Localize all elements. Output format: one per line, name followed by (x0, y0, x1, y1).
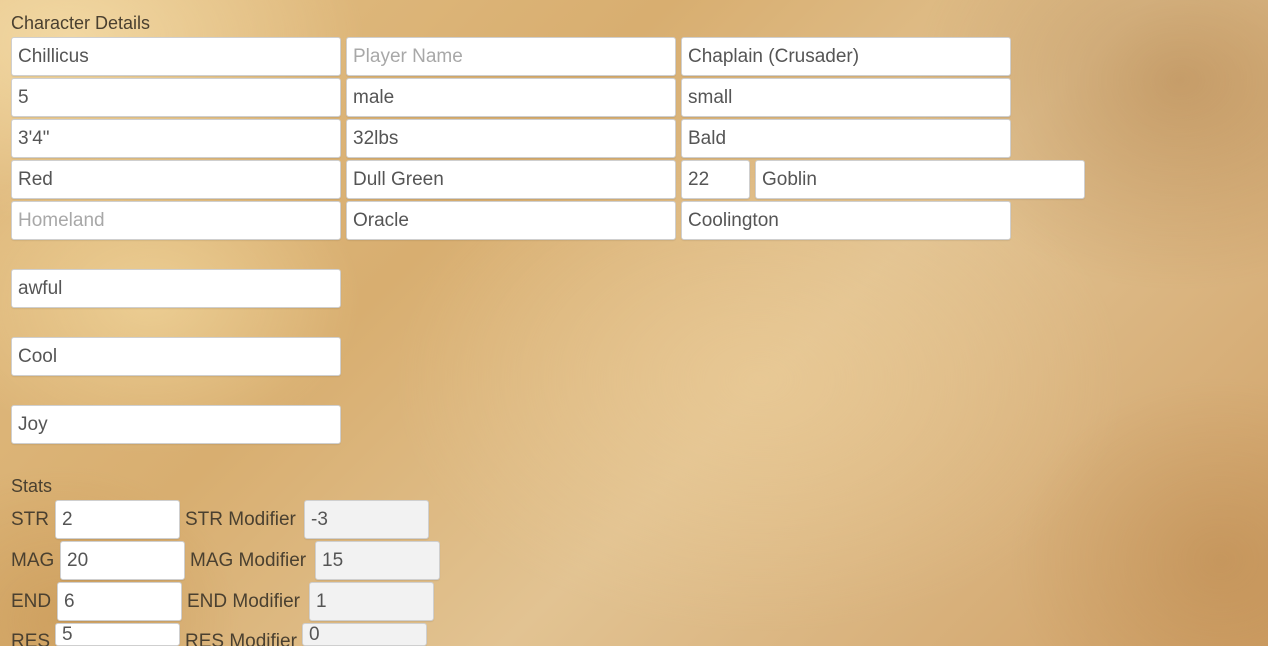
hair-field[interactable] (681, 119, 1011, 158)
end-modifier-label: END Modifier (187, 591, 300, 612)
level-field[interactable] (11, 78, 341, 117)
character-name-field[interactable] (11, 37, 341, 76)
res-value-field[interactable] (55, 623, 180, 646)
mag-value-field[interactable] (60, 541, 185, 580)
homeland-field[interactable] (11, 201, 341, 240)
weight-field[interactable] (346, 119, 676, 158)
str-value-field[interactable] (55, 500, 180, 539)
character-details-heading: Character Details (11, 13, 151, 33)
eyes-field[interactable] (11, 160, 341, 199)
end-label: END (11, 591, 52, 612)
str-modifier-label: STR Modifier (185, 509, 296, 530)
trait-field-1[interactable] (11, 269, 341, 308)
hometown-field[interactable] (681, 201, 1011, 240)
height-field[interactable] (11, 119, 341, 158)
class-field[interactable] (681, 37, 1011, 76)
mag-label: MAG (11, 550, 55, 571)
end-modifier-field (309, 582, 434, 621)
race-field[interactable] (755, 160, 1085, 199)
mag-modifier-field (315, 541, 440, 580)
mag-modifier-label: MAG Modifier (190, 550, 307, 571)
stats-heading: Stats (11, 476, 53, 496)
player-name-field[interactable] (346, 37, 676, 76)
gender-field[interactable] (346, 78, 676, 117)
skin-field[interactable] (346, 160, 676, 199)
size-field[interactable] (681, 78, 1011, 117)
end-value-field[interactable] (57, 582, 182, 621)
age-field[interactable] (681, 160, 750, 199)
str-label: STR (11, 509, 49, 530)
trait-field-3[interactable] (11, 405, 341, 444)
str-modifier-field (304, 500, 429, 539)
res-modifier-label: RES Modifier (185, 631, 297, 646)
deity-field[interactable] (346, 201, 676, 240)
trait-field-2[interactable] (11, 337, 341, 376)
res-label: RES (11, 631, 51, 646)
res-modifier-field (302, 623, 427, 646)
